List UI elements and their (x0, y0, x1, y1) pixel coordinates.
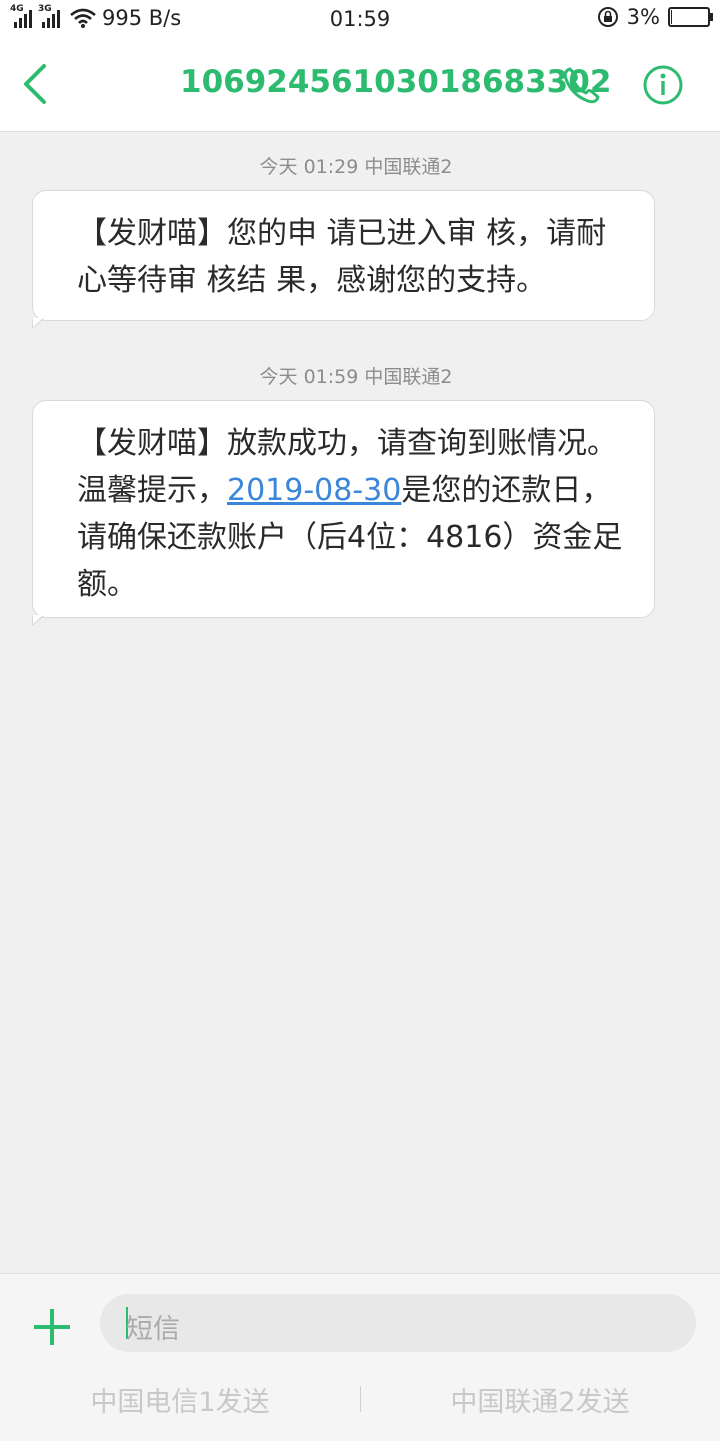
sender-number: 10692456103018683302 (180, 64, 612, 100)
message-input[interactable]: 短信 (100, 1294, 696, 1352)
battery-icon (668, 7, 713, 27)
send-buttons: 中国电信1发送 中国联通2发送 (0, 1378, 720, 1418)
message-timestamp: 今天 01:59 中国联通2 (259, 366, 453, 388)
message-bubble[interactable]: 【发财喵】放款成功，请查询到账情况。温馨提示，2019-08-30是您的还款日，… (32, 400, 655, 626)
message-bubble[interactable]: 【发财喵】您的申 请已进入审 核，请耐心等待审 核结 果，感谢您的支持。 (32, 190, 655, 329)
back-arrow-icon[interactable] (18, 62, 54, 106)
info-icon[interactable] (642, 64, 684, 106)
conversation-header: 10692456103018683302 (0, 38, 720, 132)
status-right: 3% (597, 5, 713, 29)
phone-call-icon[interactable] (560, 64, 602, 106)
battery-percent: 3% (626, 5, 660, 29)
status-bar: 4G 3G 995 B/s 01:59 3% (0, 0, 720, 38)
add-attachment-icon[interactable] (32, 1307, 72, 1347)
send-sim1-button[interactable]: 中国电信1发送 (0, 1380, 360, 1419)
message-input-placeholder: 短信 (126, 1314, 180, 1345)
battery-fill (671, 10, 672, 24)
send-sim2-button[interactable]: 中国联通2发送 (360, 1380, 720, 1419)
date-link[interactable]: 2019-08-30 (227, 473, 401, 508)
message-text: 【发财喵】您的申 请已进入审 核，请耐心等待审 核结 果，感谢您的支持。 (77, 216, 607, 298)
message-composer: 短信 中国电信1发送 中国联通2发送 (0, 1273, 720, 1441)
message-timestamp: 今天 01:29 中国联通2 (259, 156, 453, 178)
rotation-lock-icon (597, 7, 618, 27)
